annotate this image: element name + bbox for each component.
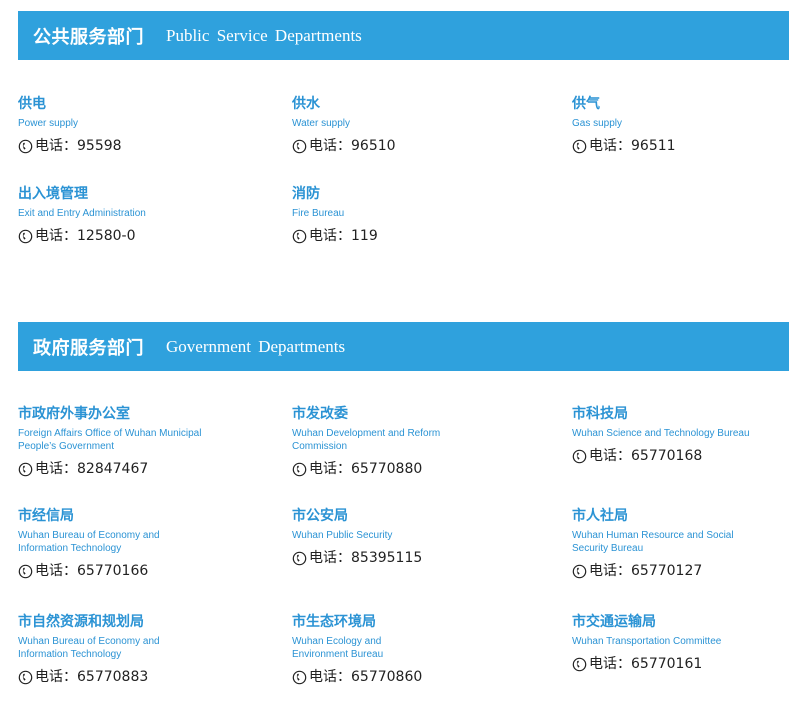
- department-name: 出入境管理: [18, 186, 88, 202]
- phone-text: 电话：65770883: [35, 669, 149, 685]
- department-card-fire: 消防 Fire Bureau 电话：119: [292, 186, 522, 245]
- department-card-foreign-affairs: 市政府外事办公室 Foreign Affairs Office of Wuhan…: [18, 406, 248, 478]
- phone-handset-circle-icon: [292, 670, 307, 685]
- department-card-power: 供电 Power supply 电话：95598: [18, 96, 248, 155]
- section-title-zh: 公共服务部门: [33, 26, 144, 48]
- department-card-exit-entry: 出入境管理 Exit and Entry Administration 电话：1…: [18, 186, 248, 245]
- department-phone[interactable]: 电话：65770161: [572, 655, 800, 673]
- phone-text: 电话：65770880: [309, 461, 423, 477]
- department-name: 市生态环境局: [292, 614, 376, 630]
- department-name: 市发改委: [292, 406, 348, 422]
- section-header-public-service: 公共服务部门 Public Service Departments: [18, 11, 789, 60]
- department-english-name: Power supply: [18, 118, 79, 129]
- phone-text: 电话：65770166: [35, 563, 149, 579]
- department-name: 供气: [572, 96, 600, 112]
- department-card-development-reform: 市发改委 Wuhan Development and Reform Commis…: [292, 406, 522, 478]
- phone-handset-circle-icon: [572, 449, 587, 464]
- section-title-en: Public Service Departments: [166, 25, 362, 45]
- department-card-science-technology: 市科技局 Wuhan Science and Technology Bureau…: [572, 406, 800, 465]
- department-phone[interactable]: 电话：65770860: [292, 668, 522, 686]
- department-name: 市人社局: [572, 508, 628, 524]
- department-english-name: Wuhan Bureau of Economy and Information …: [18, 530, 160, 554]
- department-english-name: Wuhan Bureau of Economy and Information …: [18, 636, 160, 660]
- phone-handset-circle-icon: [18, 462, 33, 477]
- department-phone[interactable]: 电话：65770880: [292, 460, 522, 478]
- department-name: 供电: [18, 96, 46, 112]
- phone-text: 电话：65770860: [309, 669, 423, 685]
- department-phone[interactable]: 电话：65770883: [18, 668, 248, 686]
- department-card-natural-resources: 市自然资源和规划局 Wuhan Bureau of Economy and In…: [18, 614, 248, 686]
- phone-handset-circle-icon: [18, 139, 33, 154]
- department-phone[interactable]: 电话：65770166: [18, 562, 248, 580]
- phone-text: 电话：65770161: [589, 656, 703, 672]
- department-phone[interactable]: 电话：85395115: [292, 549, 522, 567]
- phone-text: 电话：95598: [35, 138, 122, 154]
- department-name: 市科技局: [572, 406, 628, 422]
- phone-handset-circle-icon: [292, 229, 307, 244]
- directory-page: 公共服务部门 Public Service Departments 供电 Pow…: [0, 0, 800, 703]
- department-name: 供水: [292, 96, 320, 112]
- phone-handset-circle-icon: [18, 670, 33, 685]
- phone-text: 电话：65770168: [589, 448, 703, 464]
- phone-handset-circle-icon: [572, 564, 587, 579]
- department-english-name: Foreign Affairs Office of Wuhan Municipa…: [18, 428, 202, 452]
- department-phone[interactable]: 电话：95598: [18, 137, 248, 155]
- department-english-name: Wuhan Human Resource and Social Security…: [572, 530, 734, 554]
- department-english-name: Wuhan Science and Technology Bureau: [572, 428, 750, 439]
- phone-text: 电话：82847467: [35, 461, 149, 477]
- phone-handset-circle-icon: [292, 139, 307, 154]
- department-phone[interactable]: 电话：119: [292, 227, 522, 245]
- department-phone[interactable]: 电话：96510: [292, 137, 522, 155]
- department-card-public-security: 市公安局 Wuhan Public Security 电话：85395115: [292, 508, 522, 567]
- department-name: 市自然资源和规划局: [18, 614, 144, 630]
- department-english-name: Fire Bureau: [292, 208, 345, 219]
- department-phone[interactable]: 电话：96511: [572, 137, 800, 155]
- department-card-water: 供水 Water supply 电话：96510: [292, 96, 522, 155]
- department-english-name: Wuhan Ecology and Environment Bureau: [292, 636, 384, 660]
- department-phone[interactable]: 电话：65770127: [572, 562, 800, 580]
- phone-handset-circle-icon: [18, 564, 33, 579]
- department-card-gas: 供气 Gas supply 电话：96511: [572, 96, 800, 155]
- department-name: 市政府外事办公室: [18, 406, 130, 422]
- phone-text: 电话：85395115: [309, 550, 423, 566]
- department-english-name: Exit and Entry Administration: [18, 208, 146, 219]
- department-card-transportation: 市交通运输局 Wuhan Transportation Committee 电话…: [572, 614, 800, 673]
- department-english-name: Gas supply: [572, 118, 623, 129]
- phone-handset-circle-icon: [18, 229, 33, 244]
- department-name: 市经信局: [18, 508, 74, 524]
- department-name: 市公安局: [292, 508, 348, 524]
- department-english-name: Wuhan Transportation Committee: [572, 636, 722, 647]
- department-name: 市交通运输局: [572, 614, 656, 630]
- phone-text: 电话：96510: [309, 138, 396, 154]
- phone-handset-circle-icon: [292, 551, 307, 566]
- department-phone[interactable]: 电话：65770168: [572, 447, 800, 465]
- section-title-zh: 政府服务部门: [33, 337, 144, 359]
- phone-handset-circle-icon: [572, 657, 587, 672]
- phone-text: 电话：96511: [589, 138, 676, 154]
- section-title-en: Government Departments: [166, 336, 346, 356]
- phone-text: 电话：119: [309, 228, 378, 244]
- phone-text: 电话：12580-0: [35, 228, 136, 244]
- department-card-ecology-environment: 市生态环境局 Wuhan Ecology and Environment Bur…: [292, 614, 522, 686]
- phone-handset-circle-icon: [572, 139, 587, 154]
- department-phone[interactable]: 电话：82847467: [18, 460, 248, 478]
- phone-text: 电话：65770127: [589, 563, 703, 579]
- department-name: 消防: [292, 186, 320, 202]
- department-phone[interactable]: 电话：12580-0: [18, 227, 248, 245]
- section-header-government: 政府服务部门 Government Departments: [18, 322, 789, 371]
- department-english-name: Wuhan Development and Reform Commission: [292, 428, 441, 452]
- phone-handset-circle-icon: [292, 462, 307, 477]
- department-card-economy-it: 市经信局 Wuhan Bureau of Economy and Informa…: [18, 508, 248, 580]
- department-card-human-resource: 市人社局 Wuhan Human Resource and Social Sec…: [572, 508, 800, 580]
- department-english-name: Wuhan Public Security: [292, 530, 393, 541]
- department-english-name: Water supply: [292, 118, 350, 129]
